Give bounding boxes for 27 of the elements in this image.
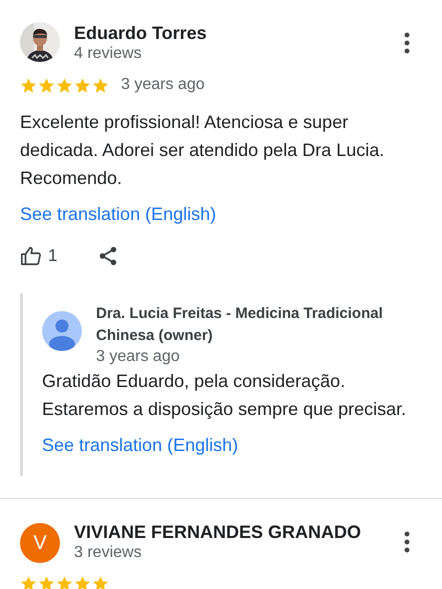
- review-count: 3 reviews: [74, 543, 143, 563]
- star-icon: [20, 575, 37, 589]
- star-icon: [20, 76, 37, 94]
- star-icon: [56, 575, 73, 589]
- reviewer-name[interactable]: Eduardo Torres: [74, 22, 404, 44]
- star-icon: [56, 76, 73, 94]
- owner-name: Dra. Lucia Freitas - Medicina Tradicional Chinesa (owner): [96, 304, 384, 346]
- review-text: Excelente profissional! Atenciosa e super dedicada. Adorei ser atendido pela Dra Lucia. Recomendo.: [20, 111, 386, 190]
- reviewer-name[interactable]: VIVIANE FERNANDES GRANADO: [74, 521, 404, 543]
- star-icon: [38, 575, 55, 589]
- more-options-icon[interactable]: [404, 531, 410, 553]
- review-time: 3 years ago: [121, 76, 205, 94]
- see-translation-link[interactable]: See translation (English): [42, 435, 238, 456]
- like-count: 1: [48, 246, 58, 266]
- more-options-icon[interactable]: [404, 32, 410, 54]
- star-icon: [38, 76, 55, 94]
- thumbs-up-icon[interactable]: [20, 245, 42, 267]
- reply-time: 3 years ago: [96, 347, 181, 367]
- reply-text: Gratidão Eduardo, pela consideração. Estaremos a disposição sempre que precisar.: [42, 370, 408, 421]
- star-icon: [92, 575, 109, 589]
- person-icon: [42, 311, 82, 351]
- star-icon: [74, 76, 91, 94]
- avatar-letter: V: [20, 523, 60, 563]
- review-count: 4 reviews: [74, 44, 143, 64]
- star-icon: [92, 76, 109, 94]
- see-translation-link[interactable]: See translation (English): [20, 204, 216, 225]
- star-icon: [74, 575, 91, 589]
